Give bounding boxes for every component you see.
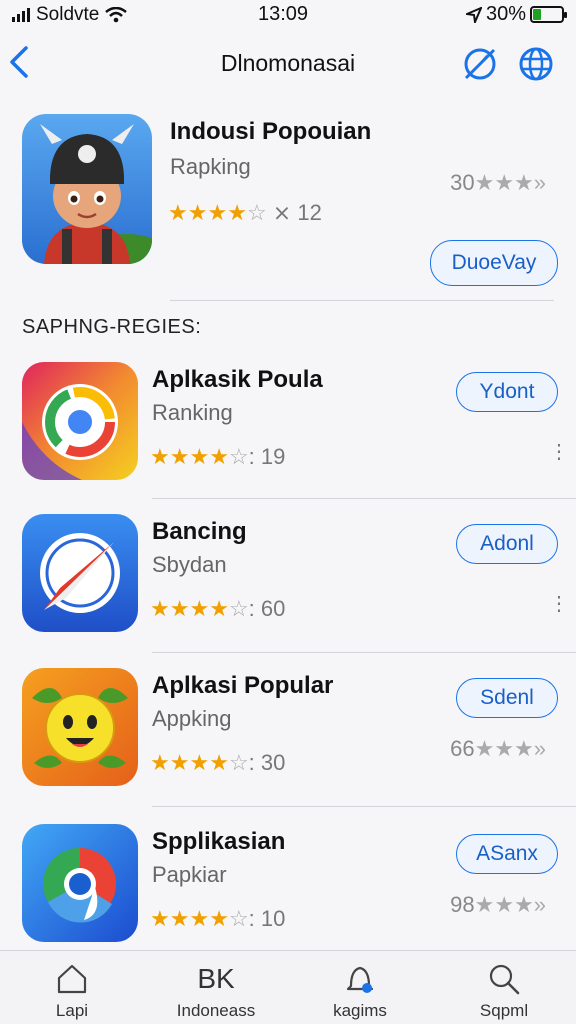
star-rating: ★★★★☆: 30 — [150, 750, 285, 776]
app-icon[interactable] — [22, 668, 138, 786]
star-rating: ★★★★☆: 60 — [150, 596, 285, 622]
get-button[interactable]: ASanx — [456, 834, 558, 874]
battery-icon — [530, 6, 567, 23]
tab-label: kagims — [333, 1001, 387, 1020]
star-rating: ★★★★☆: 10 — [150, 906, 285, 932]
rank-value: 98 — [450, 892, 475, 917]
divider — [170, 300, 554, 301]
rating-count: 30 — [260, 750, 286, 775]
nav-bar: Dlnomonasai — [0, 40, 576, 90]
tab-label: Indoneass — [176, 1001, 256, 1020]
search-icon — [489, 964, 520, 995]
carrier-label: Soldvte — [36, 4, 100, 25]
tab-notifications[interactable]: kagims — [288, 959, 432, 1021]
status-bar: Soldvte 13:09 30% — [0, 0, 576, 30]
home-icon — [57, 964, 87, 994]
app-icon[interactable] — [22, 362, 138, 480]
rating-separator: : — [248, 750, 261, 775]
rank-value: 66 — [450, 736, 475, 761]
featured-app[interactable]: Indousi Popouian Rapking ★★★★☆ ⨯ 12 30★★… — [0, 110, 576, 300]
app-icon[interactable] — [22, 824, 138, 942]
app-name[interactable]: Aplkasi Popular — [152, 672, 333, 700]
get-button[interactable]: Sdenl — [456, 678, 558, 718]
rank-badge: 66★★★» — [450, 736, 546, 762]
clock: 13:09 — [258, 3, 309, 25]
stars-icon: ★★★★☆ — [150, 596, 249, 621]
rating-separator: : — [248, 444, 261, 469]
rating-count: 12 — [297, 200, 322, 225]
tab-home[interactable]: Lapi — [0, 959, 144, 1021]
tab-label: Sqpml — [479, 1001, 529, 1020]
tab-search[interactable]: Sqpml — [432, 959, 576, 1021]
app-subtitle: Rapking — [170, 154, 251, 179]
stars-icon: ★★★★☆ — [168, 200, 267, 225]
rating-separator: ⨯ — [272, 200, 298, 225]
rating-count: 60 — [260, 596, 286, 621]
rank-stars-icon: ★★★» — [474, 736, 546, 761]
rank-value: 30 — [450, 170, 475, 195]
status-right: 30% — [465, 3, 567, 26]
app-subtitle: Appking — [152, 706, 232, 731]
rating-separator: : — [248, 906, 261, 931]
app-subtitle: Papkiar — [152, 862, 227, 887]
stars-icon: ★★★★☆ — [150, 906, 249, 931]
bell-icon — [346, 966, 374, 993]
divider — [152, 806, 576, 807]
app-name[interactable]: Bancing — [152, 518, 247, 546]
rank-stars-icon: ★★★» — [474, 170, 546, 195]
list-item[interactable]: Aplkasik Poula Ranking ★★★★☆: 19 Ydont ⋮ — [0, 362, 576, 512]
battery-percent: 30% — [485, 3, 526, 25]
location-icon — [465, 6, 482, 23]
tab-indonesia[interactable]: BK Indoneass — [144, 959, 288, 1021]
bk-icon: BK — [197, 963, 235, 994]
get-button[interactable]: Adonl — [456, 524, 558, 564]
carrier: Soldvte — [12, 4, 128, 26]
app-subtitle: Sbydan — [152, 552, 227, 577]
section-title: SAPHNG-REGIES: — [22, 316, 202, 338]
signal-icon — [12, 8, 30, 22]
get-button[interactable]: DuoeVay — [430, 240, 558, 286]
globe-icon[interactable] — [516, 44, 556, 84]
divider — [152, 498, 576, 499]
more-icon[interactable]: ⋮ — [549, 594, 569, 614]
list-item[interactable]: Aplkasi Popular Appking ★★★★☆: 30 Sdenl 66★★… — [0, 668, 576, 818]
app-icon[interactable] — [22, 114, 152, 264]
list-item[interactable]: Bancing Sbydan ★★★★☆: 60 Adonl ⋮ — [0, 514, 576, 664]
compass-slash-icon[interactable] — [460, 44, 500, 84]
stars-icon: ★★★★☆ — [150, 750, 249, 775]
wifi-icon — [105, 7, 128, 23]
rating-count: 10 — [260, 906, 286, 931]
rating-count: 19 — [260, 444, 286, 469]
rank-badge: 30★★★» — [450, 170, 546, 196]
stars-icon: ★★★★☆ — [150, 444, 249, 469]
divider — [152, 652, 576, 653]
app-name[interactable]: Aplkasik Poula — [152, 366, 323, 394]
tab-bar: Lapi BK Indoneass kagims Sqpml — [0, 950, 576, 1024]
star-rating: ★★★★☆ ⨯ 12 — [168, 200, 322, 226]
rating-separator: : — [248, 596, 261, 621]
app-name[interactable]: Spplikasian — [152, 828, 285, 856]
more-icon[interactable]: ⋮ — [549, 442, 569, 462]
star-rating: ★★★★☆: 19 — [150, 444, 285, 470]
app-subtitle: Ranking — [152, 400, 233, 425]
rank-stars-icon: ★★★» — [474, 892, 546, 917]
rank-badge: 98★★★» — [450, 892, 546, 918]
get-button[interactable]: Ydont — [456, 372, 558, 412]
tab-label: Lapi — [55, 1001, 89, 1020]
app-name[interactable]: Indousi Popouian — [170, 118, 371, 146]
app-icon[interactable] — [22, 514, 138, 632]
